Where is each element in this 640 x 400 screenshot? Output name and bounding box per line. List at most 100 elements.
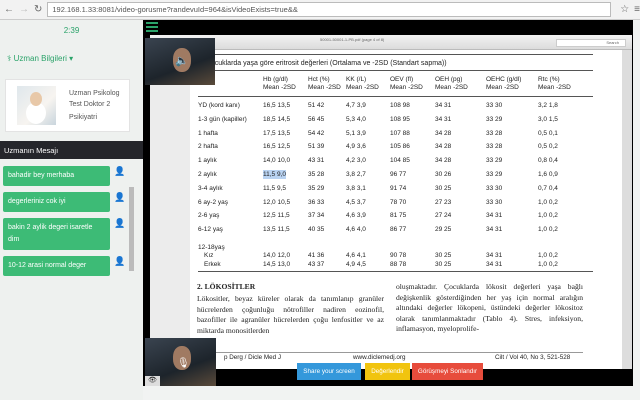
messages-header: Uzmanın Mesajı: [0, 141, 143, 159]
table-cell: 12,5 11,5: [263, 212, 290, 220]
column-subheader: Mean -2SD: [390, 84, 423, 91]
share-screen-button[interactable]: Share your screen: [297, 363, 361, 380]
table-cell: 107 88: [390, 129, 410, 137]
row-label: 2 aylık: [198, 171, 217, 178]
table-cell: 16,5 12,5: [263, 143, 291, 151]
table-cell: 0,7 0,4: [538, 184, 558, 192]
table-cell: 13,5 11,5: [263, 226, 290, 234]
table-cell: 51 42: [308, 102, 325, 109]
message: 10-12 arasi normal deger: [3, 256, 110, 276]
table-cell: 4,6 3,9: [346, 212, 366, 220]
user-avatar-icon: 👤: [114, 256, 126, 266]
table-cell: 1,0 0,2: [538, 252, 558, 259]
reload-icon[interactable]: ↻: [34, 4, 42, 15]
star-icon[interactable]: ☆: [620, 4, 629, 15]
table-cell: 30 26: [435, 171, 452, 178]
table-cell: 30 25: [435, 261, 452, 268]
menu-icon[interactable]: ≡: [634, 4, 640, 15]
footer-journal: p Derg / Dicle Med J: [224, 354, 282, 361]
table-cell: 81 75: [390, 212, 407, 220]
eye-icon[interactable]: 👁: [145, 376, 160, 386]
table-cell: 96 77: [390, 171, 407, 178]
row-label: YD (kord kanı): [198, 102, 240, 109]
table-cell: 90 78: [390, 252, 407, 259]
table-cell: 104 85: [390, 157, 410, 165]
doctor-branch: Psikiyatri: [69, 114, 98, 121]
table-cell: 0,8 0,4: [538, 157, 558, 165]
table-cell: 11,5 9,5: [263, 184, 287, 192]
footer-url: www.diclemedj.org: [353, 354, 406, 361]
table-cell: 33 28: [486, 143, 503, 151]
table-cell: 37 34: [308, 212, 325, 220]
table-cell: 33 29: [486, 157, 503, 165]
table-cell: 11,5 9,0: [263, 170, 287, 179]
microphone-icon[interactable]: 🎙: [177, 358, 190, 369]
scrollbar[interactable]: [129, 187, 134, 271]
expert-info-toggle[interactable]: ⚕ Uzman Bilgileri ▾: [7, 54, 73, 63]
table-cell: 1,0 0,2: [538, 261, 558, 268]
table-cell: 86 77: [390, 226, 407, 234]
table-cell: 14,5 13,0: [263, 261, 291, 268]
video-call-area: 50001-50001-1-PB.pdf (page 4 of 8) Searc…: [143, 20, 633, 386]
table-cell: 91 74: [390, 184, 407, 192]
back-icon[interactable]: ←: [4, 4, 14, 15]
caret-down-icon: ▾: [69, 54, 74, 63]
table-cell: 4,9 3,6: [346, 143, 366, 151]
table-cell: 34 31: [486, 212, 503, 220]
pdf-toolbar: 50001-50001-1-PB.pdf (page 4 of 8) Searc…: [150, 35, 632, 50]
table-cell: 108 98: [390, 102, 410, 109]
footer-volume: Cilt / Vol 40, No 3, 521-528: [495, 354, 571, 361]
speaker-icon[interactable]: 🔈: [175, 54, 189, 67]
table-cell: 35 29: [308, 184, 325, 192]
table-cell: 41 36: [308, 252, 325, 259]
user-avatar-icon: 👤: [114, 218, 126, 228]
table-cell: 0,5 0,1: [538, 129, 558, 137]
doctor-card: Uzman Psikolog Test Doktor 2 Psikiyatri: [5, 79, 130, 132]
pdf-page: 3. Çocuklarda yaşa göre eritrosit değerl…: [190, 50, 622, 369]
column-subheader: Mean -2SD: [263, 84, 296, 91]
forward-icon[interactable]: →: [19, 4, 29, 15]
table-cell: 36 33: [308, 198, 325, 206]
table-cell: 108 95: [390, 115, 410, 123]
table-cell: 34 31: [435, 115, 452, 123]
table-cell: 78 70: [390, 198, 407, 206]
table-cell: 43 31: [308, 157, 325, 165]
table-cell: 105 86: [390, 143, 410, 151]
message: degerleriniz cok iyi: [3, 192, 110, 212]
table-cell: 33 29: [486, 115, 503, 123]
message: bahadir bey merhaba: [3, 166, 110, 186]
row-label: 1-3 gün (kapiller): [198, 115, 247, 123]
table-cell: 33 28: [486, 129, 503, 137]
table-cell: 3,8 3,1: [346, 184, 366, 192]
table-cell: 14,0 12,0: [263, 252, 291, 259]
row-label: 2 hafta: [198, 143, 218, 151]
address-bar[interactable]: 192.168.1.33:8081/video-gorusme?randevuI…: [47, 2, 612, 17]
paragraph-right: oluşmaktadır. Çocuklarda lökosit değerle…: [396, 282, 583, 333]
table-cell: 34 31: [486, 252, 503, 259]
column-subheader: Mean -2SD: [435, 84, 468, 91]
row-label: 1 hafta: [198, 129, 218, 137]
table-cell: 4,2 3,0: [346, 157, 366, 165]
table-cell: 29 25: [435, 226, 452, 234]
hamburger-menu-icon[interactable]: [146, 22, 158, 34]
pdf-scrollbar[interactable]: [622, 50, 632, 369]
table-cell: 33 30: [486, 198, 503, 206]
sidebar: 2:39 ⚕ Uzman Bilgileri ▾ Uzman Psikolog …: [0, 20, 143, 400]
table-cell: 34 28: [435, 157, 452, 165]
table-caption: 3. Çocuklarda yaşa göre eritrosit değerl…: [198, 60, 447, 67]
table-cell: 40 35: [308, 226, 325, 234]
call-timer: 2:39: [63, 26, 80, 35]
table-cell: 18,5 14,5: [263, 115, 291, 123]
section-title: 2. LÖKOSİTLER: [197, 282, 256, 291]
message: bakin 2 aylik degeri isaretle dim: [3, 218, 110, 250]
table-cell: 4,6 4,0: [346, 226, 366, 234]
row-label: Erkek: [204, 261, 221, 268]
table-cell: 34 28: [435, 129, 452, 137]
paragraph-left: Lökositler, beyaz küreler olarak da tanı…: [197, 294, 384, 335]
pdf-search[interactable]: Search: [556, 39, 626, 47]
table-cell: 5,3 4,0: [346, 115, 366, 123]
rate-button[interactable]: Değerlendir: [365, 363, 410, 380]
end-call-button[interactable]: Görüşmeyi Sonlandır: [412, 363, 483, 380]
table-cell: 54 42: [308, 129, 325, 137]
table-cell: 4,7 3,9: [346, 102, 366, 109]
